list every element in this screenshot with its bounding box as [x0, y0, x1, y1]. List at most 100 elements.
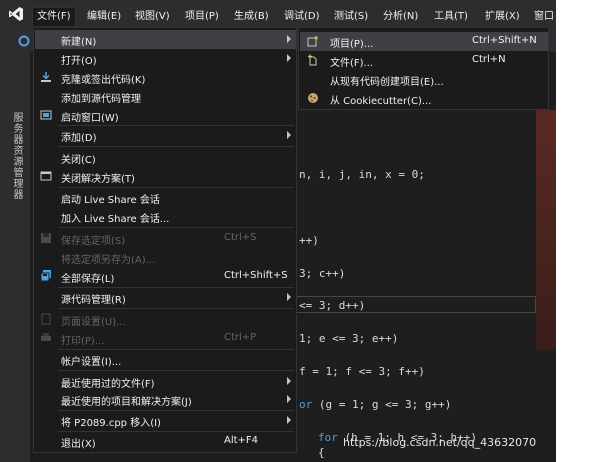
menu-separator	[58, 308, 294, 309]
submenu-arrow-icon	[287, 54, 291, 62]
menu-item-new[interactable]: 新建(N)	[35, 30, 296, 49]
menu-item-label: 源代码管理(R)	[61, 295, 126, 306]
menu-item-shortcut: Ctrl+Shift+S	[224, 270, 288, 281]
cookiecutter-icon	[308, 93, 318, 103]
code-keyword: for	[318, 431, 338, 444]
menu-analyze[interactable]: 分析(N)	[383, 8, 418, 26]
menu-build[interactable]: 生成(B)	[234, 8, 269, 26]
submenu-item-label: 从 Cookiecutter(C)...	[330, 96, 432, 107]
menu-item-close-solution[interactable]: 关闭解决方案(T)	[35, 167, 296, 186]
print-icon	[41, 333, 51, 341]
watermark: https://blog.csdn.net/qq_43632070	[343, 436, 537, 449]
back-navigate-icon[interactable]	[18, 35, 30, 47]
menu-item-label: 添加(D)	[61, 133, 97, 144]
new-project-icon	[307, 36, 318, 47]
menu-item-live-share-start[interactable]: 启动 Live Share 会话	[35, 188, 296, 207]
menu-debug[interactable]: 调试(D)	[284, 8, 320, 26]
menu-edit[interactable]: 编辑(E)	[87, 8, 121, 26]
menu-item-exit[interactable]: 退出(X) Alt+F4	[35, 432, 296, 451]
menu-item-label: 添加到源代码管理	[61, 94, 141, 105]
menu-item-label: 关闭解决方案(T)	[61, 174, 135, 185]
submenu-arrow-icon	[287, 131, 291, 139]
menu-item-label: 退出(X)	[61, 439, 96, 450]
menu-separator	[58, 227, 294, 228]
menu-view[interactable]: 视图(V)	[135, 8, 170, 26]
clone-download-icon	[41, 72, 51, 82]
submenu-item-shortcut: Ctrl+N	[472, 54, 506, 65]
code-line: f = 1; f <= 3; f++)	[299, 365, 425, 378]
submenu-item-from-existing[interactable]: 从现有代码创建项目(E)...	[300, 70, 548, 89]
submenu-arrow-icon	[287, 416, 291, 424]
menu-item-add[interactable]: 添加(D)	[35, 126, 296, 145]
close-solution-icon	[40, 171, 52, 181]
menu-item-label: 页面设置(U)...	[61, 317, 126, 328]
menu-item-shortcut: Ctrl+S	[224, 232, 257, 243]
menu-item-save-as: 将选定项另存为(A)...	[35, 248, 296, 267]
menu-item-label: 全部保存(L)	[61, 274, 115, 285]
menu-item-save-selected: 保存选定项(S) Ctrl+S	[35, 229, 296, 248]
server-explorer-tab[interactable]: 服务器资源管理器	[9, 112, 24, 200]
menu-item-page-setup: 页面设置(U)...	[35, 310, 296, 329]
menu-item-account-settings[interactable]: 帐户设置(I)...	[35, 350, 296, 369]
menu-project[interactable]: 项目(P)	[185, 8, 219, 26]
new-file-icon	[308, 54, 317, 66]
menu-separator	[58, 146, 294, 147]
menu-extensions[interactable]: 扩展(X)	[485, 8, 520, 26]
start-window-icon	[40, 110, 52, 120]
menu-item-shortcut: Ctrl+P	[224, 332, 257, 343]
submenu-item-label: 从现有代码创建项目(E)...	[330, 77, 444, 88]
menu-item-close[interactable]: 关闭(C)	[35, 148, 296, 167]
menu-item-source-control[interactable]: 源代码管理(R)	[35, 288, 296, 307]
menu-item-label: 打开(O)	[61, 56, 97, 67]
menu-item-recent-files[interactable]: 最近使用过的文件(F)	[35, 372, 296, 391]
menu-item-label: 打印(P)...	[61, 336, 105, 347]
submenu-item-cookiecutter[interactable]: 从 Cookiecutter(C)...	[300, 89, 548, 108]
menu-item-label: 克隆或签出代码(K)	[61, 75, 146, 86]
new-submenu: 项目(P)... Ctrl+Shift+N 文件(F)... Ctrl+N 从现…	[298, 27, 549, 110]
menu-item-shortcut: Alt+F4	[224, 435, 259, 446]
menu-item-label: 启动 Live Share 会话	[61, 195, 160, 206]
menu-item-recent-projects[interactable]: 最近使用的项目和解决方案(J)	[35, 390, 296, 409]
menu-item-live-share-join[interactable]: 加入 Live Share 会话...	[35, 207, 296, 226]
file-menu-dropdown: 新建(N) 打开(O) 克隆或签出代码(K) 添加到源代码管理 启动窗口(W) …	[33, 27, 297, 453]
code-line: or (g = 1; g <= 3; g++)	[299, 398, 451, 411]
submenu-arrow-icon	[287, 35, 291, 43]
menu-item-move-file[interactable]: 将 P2089.cpp 移入(I)	[35, 411, 296, 430]
code-line: {	[318, 446, 325, 459]
menu-tools[interactable]: 工具(T)	[434, 8, 468, 26]
menu-window[interactable]: 窗口	[534, 8, 554, 26]
menu-test[interactable]: 测试(S)	[334, 8, 368, 26]
submenu-arrow-icon	[287, 395, 291, 403]
menu-item-save-all[interactable]: 全部保存(L) Ctrl+Shift+S	[35, 267, 296, 286]
menu-item-label: 关闭(C)	[61, 155, 96, 166]
save-icon	[41, 233, 51, 243]
submenu-item-file[interactable]: 文件(F)... Ctrl+N	[300, 51, 548, 70]
menu-item-label: 保存选定项(S)	[61, 236, 126, 247]
menu-item-label: 启动窗口(W)	[61, 113, 119, 124]
submenu-item-shortcut: Ctrl+Shift+N	[472, 35, 537, 46]
menu-item-add-source-control[interactable]: 添加到源代码管理	[35, 87, 296, 106]
submenu-item-project[interactable]: 项目(P)... Ctrl+Shift+N	[300, 32, 548, 51]
menu-separator	[58, 370, 294, 371]
right-panel-edge	[536, 110, 556, 350]
code-keyword: or	[299, 398, 313, 411]
menu-item-label: 最近使用过的文件(F)	[61, 379, 155, 390]
submenu-arrow-icon	[287, 377, 291, 385]
code-line: ++)	[299, 234, 319, 247]
menu-item-open[interactable]: 打开(O)	[35, 49, 296, 68]
menu-item-label: 将选定项另存为(A)...	[61, 255, 156, 266]
submenu-arrow-icon	[287, 293, 291, 301]
save-all-icon	[40, 270, 51, 282]
menu-bar: 文件(F) 编辑(E) 视图(V) 项目(P) 生成(B) 调试(D) 测试(S…	[0, 0, 556, 30]
menu-item-label: 新建(N)	[61, 37, 97, 48]
code-line: 3; c++)	[299, 267, 346, 280]
code-line: n, i, j, in, x = 0;	[299, 168, 425, 181]
menu-item-start-window[interactable]: 启动窗口(W)	[35, 106, 296, 125]
menu-file[interactable]: 文件(F)	[32, 7, 76, 26]
menu-item-clone[interactable]: 克隆或签出代码(K)	[35, 68, 296, 87]
visual-studio-logo-icon	[9, 7, 23, 21]
left-tool-strip: 服务器资源管理器	[0, 52, 30, 462]
submenu-item-label: 文件(F)...	[330, 58, 374, 69]
menu-item-label: 将 P2089.cpp 移入(I)	[61, 418, 161, 429]
menu-item-label: 帐户设置(I)...	[61, 357, 122, 368]
